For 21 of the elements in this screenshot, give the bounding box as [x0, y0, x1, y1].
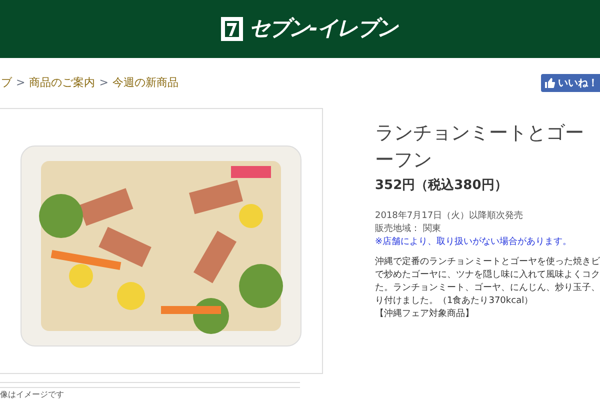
- release-date: 2018年7月17日（火）以降順次発売: [375, 210, 524, 222]
- product-price: 352円（税込380円）: [375, 176, 508, 195]
- breadcrumb-separator: >: [99, 74, 108, 91]
- breadcrumb-separator: >: [16, 74, 26, 91]
- product-title-line: ーフン: [375, 148, 433, 173]
- availability-notice: ※店舗により、取り扱いがない場合があります。: [375, 236, 573, 248]
- sales-region: 販売地域： 関東: [375, 222, 442, 236]
- logo-text: セブン-イレブン: [249, 15, 397, 42]
- product-title-line: ランチョンミートとゴー: [375, 121, 585, 146]
- logo-icon: [221, 17, 244, 41]
- description-line: 沖縄で定番のランチョンミートとゴーヤを使った焼きビ: [375, 256, 600, 268]
- description-line: た。ランチョンミート、ゴーヤ、にんじん、炒り玉子、: [375, 282, 600, 294]
- description-line: 【沖縄フェア対象商品】: [375, 308, 475, 320]
- breadcrumb-link[interactable]: 今週の新商品: [112, 74, 178, 92]
- image-caption: 像はイメージです: [0, 390, 65, 400]
- description-line: で炒めたゴーヤに、ツナを隠し味に入れて風味よくコク: [375, 268, 600, 282]
- breadcrumb-link[interactable]: ブ: [1, 74, 12, 92]
- like-button[interactable]: いいね！: [541, 74, 600, 92]
- thumbs-up-icon: [545, 78, 555, 88]
- description-line: り付けました。（1食あたり370kcal）: [375, 294, 534, 308]
- breadcrumb-link[interactable]: 商品のご案内: [29, 74, 96, 92]
